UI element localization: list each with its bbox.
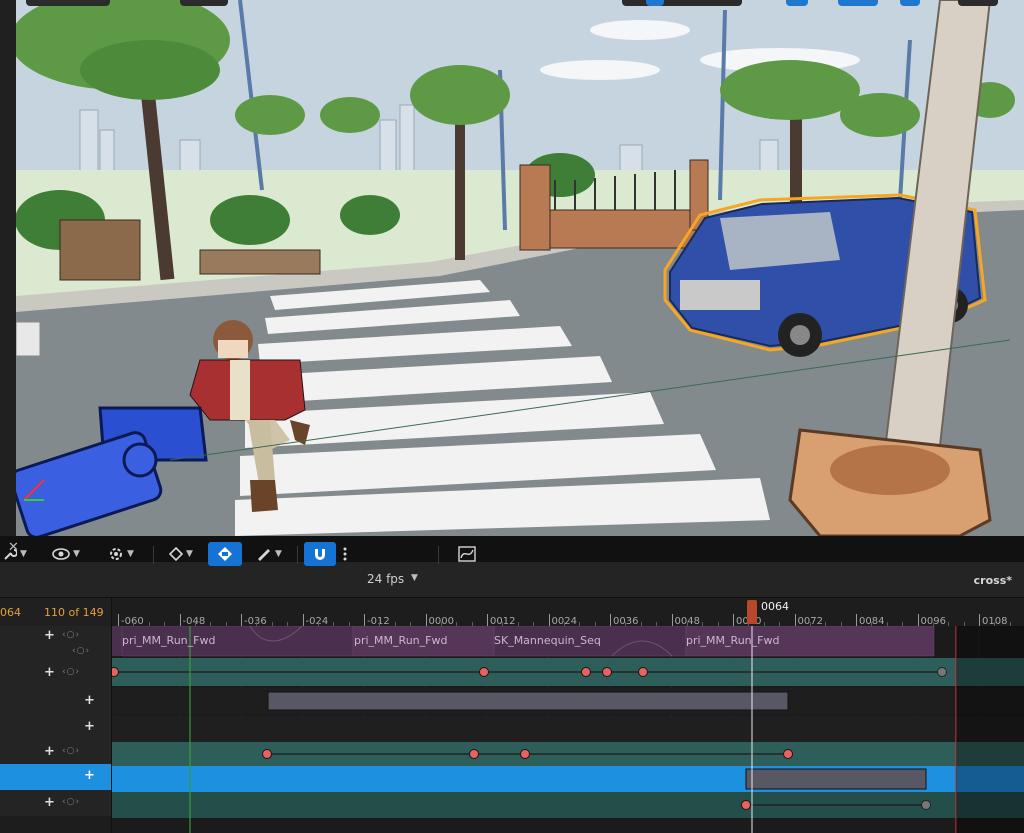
toolbar-separator	[438, 546, 439, 564]
key-nav-icon[interactable]: ‹○›	[62, 746, 80, 756]
ruler-tick	[302, 614, 304, 626]
curve-editor-icon[interactable]	[452, 542, 482, 566]
ruler-tick	[917, 614, 919, 626]
track-row[interactable]: +	[0, 688, 112, 714]
track-row-selected[interactable]: +	[0, 764, 112, 790]
keyframe	[937, 667, 947, 677]
playhead-handle[interactable]	[747, 600, 757, 624]
magnet-icon[interactable]	[304, 542, 336, 566]
track-row-keys[interactable]: + ‹○›	[0, 740, 112, 764]
keyframe	[112, 667, 119, 677]
track-lanes	[112, 626, 1024, 833]
keyframe	[602, 667, 612, 677]
fps-dropdown[interactable]: 24 fps	[367, 572, 404, 586]
viewport-left-edge	[0, 0, 16, 536]
ruler-tick	[794, 614, 796, 626]
viewport-toolbar-active[interactable]	[786, 0, 808, 6]
sequencer-toolbar	[0, 562, 1024, 598]
ruler-tick	[118, 614, 119, 626]
anim-section-label[interactable]: SK_Mannequin_Seq	[494, 634, 601, 647]
viewport-toolbar-active[interactable]	[900, 0, 920, 6]
eye-icon[interactable]: ▼	[46, 542, 86, 566]
vertical-dots-icon[interactable]	[338, 542, 352, 566]
sequencer-panel: ✕ ▼ ▼ ▼ ▼ ▼ 24 fps ▼ cross* 064 110 of 1…	[0, 536, 1024, 833]
track-row-transform[interactable]: + ‹○›	[0, 658, 112, 688]
add-icon[interactable]: +	[44, 628, 55, 643]
add-icon[interactable]: +	[44, 665, 55, 680]
time-ruler[interactable]: -060-048-036-024-01200000012002400360048…	[112, 598, 1024, 627]
viewport-toolbar-active[interactable]	[838, 0, 878, 6]
anim-section-label[interactable]: pri_MM_Run_Fwd	[122, 634, 215, 647]
actor-settings-icon[interactable]: ▼	[102, 542, 140, 566]
keyframe	[783, 749, 793, 759]
out-of-range	[956, 626, 1024, 833]
pencil-icon[interactable]: ▼	[250, 542, 288, 566]
chevron-down-icon[interactable]: ▼	[411, 573, 418, 583]
ruler-tick	[548, 614, 550, 626]
anim-section-label[interactable]: pri_MM_Run_Fwd	[354, 634, 447, 647]
auto-key-icon[interactable]	[208, 542, 242, 566]
key-nav-icon[interactable]: ‹○›	[62, 630, 80, 640]
lane	[112, 716, 1024, 742]
track-row-animation[interactable]: + ‹○› ‹○›	[0, 626, 112, 658]
add-icon[interactable]: +	[44, 795, 55, 810]
scene-render	[0, 0, 1024, 536]
current-frame[interactable]: 064	[0, 606, 21, 619]
ruler-tick	[364, 614, 365, 626]
ruler-tick	[487, 614, 488, 626]
viewport-toolbar-pill[interactable]	[622, 0, 742, 6]
keyframe	[741, 800, 751, 810]
toolbar-separator	[153, 546, 154, 564]
keyframe	[520, 749, 530, 759]
anim-section-label[interactable]: pri_MM_Run_Fwd	[686, 634, 779, 647]
add-icon[interactable]: +	[84, 768, 95, 783]
keyframe	[262, 749, 272, 759]
ruler-tick	[241, 614, 242, 626]
keyframe	[921, 800, 931, 810]
ruler-tick	[179, 614, 181, 626]
ruler-tick	[425, 614, 427, 626]
viewport-toolbar-pill[interactable]	[958, 0, 998, 6]
level-viewport[interactable]	[0, 0, 1024, 536]
keyframe	[469, 749, 479, 759]
track-row-empty	[0, 816, 112, 833]
section-bar	[267, 691, 789, 711]
add-icon[interactable]: +	[44, 744, 55, 759]
viewport-toolbar-pill[interactable]	[26, 0, 110, 6]
section-bar	[745, 768, 927, 790]
key-nav-icon[interactable]: ‹○›	[72, 646, 90, 656]
playhead-frame: 0064	[761, 600, 789, 613]
sequence-name: cross*	[973, 574, 1012, 587]
ruler-tick	[856, 614, 857, 626]
key-nav-icon[interactable]: ‹○›	[62, 797, 80, 807]
ruler-tick	[610, 614, 611, 626]
key-nav-icon[interactable]: ‹○›	[62, 667, 80, 677]
wrench-icon[interactable]: ▼	[0, 542, 30, 566]
keyframe	[479, 667, 489, 677]
add-icon[interactable]: +	[84, 719, 95, 734]
ruler-tick	[733, 614, 734, 626]
keyframe	[581, 667, 591, 677]
frame-info: 064 110 of 149	[0, 598, 112, 626]
viewport-toolbar-pill[interactable]	[180, 0, 228, 6]
ruler-tick	[671, 614, 673, 626]
timeline-area[interactable]: pri_MM_Run_Fwd pri_MM_Run_Fwd SK_Mannequin…	[112, 626, 1024, 833]
diamond-key-icon[interactable]: ▼	[162, 542, 200, 566]
add-icon[interactable]: +	[84, 693, 95, 708]
keyframe	[638, 667, 648, 677]
viewport-toolbar-active[interactable]	[646, 0, 664, 6]
frame-count: 110 of 149	[44, 606, 104, 619]
toolbar-separator	[297, 546, 298, 564]
lane	[112, 818, 1024, 833]
track-row[interactable]: +	[0, 714, 112, 740]
track-row-keys[interactable]: + ‹○›	[0, 790, 112, 816]
ruler-tick	[979, 614, 980, 626]
